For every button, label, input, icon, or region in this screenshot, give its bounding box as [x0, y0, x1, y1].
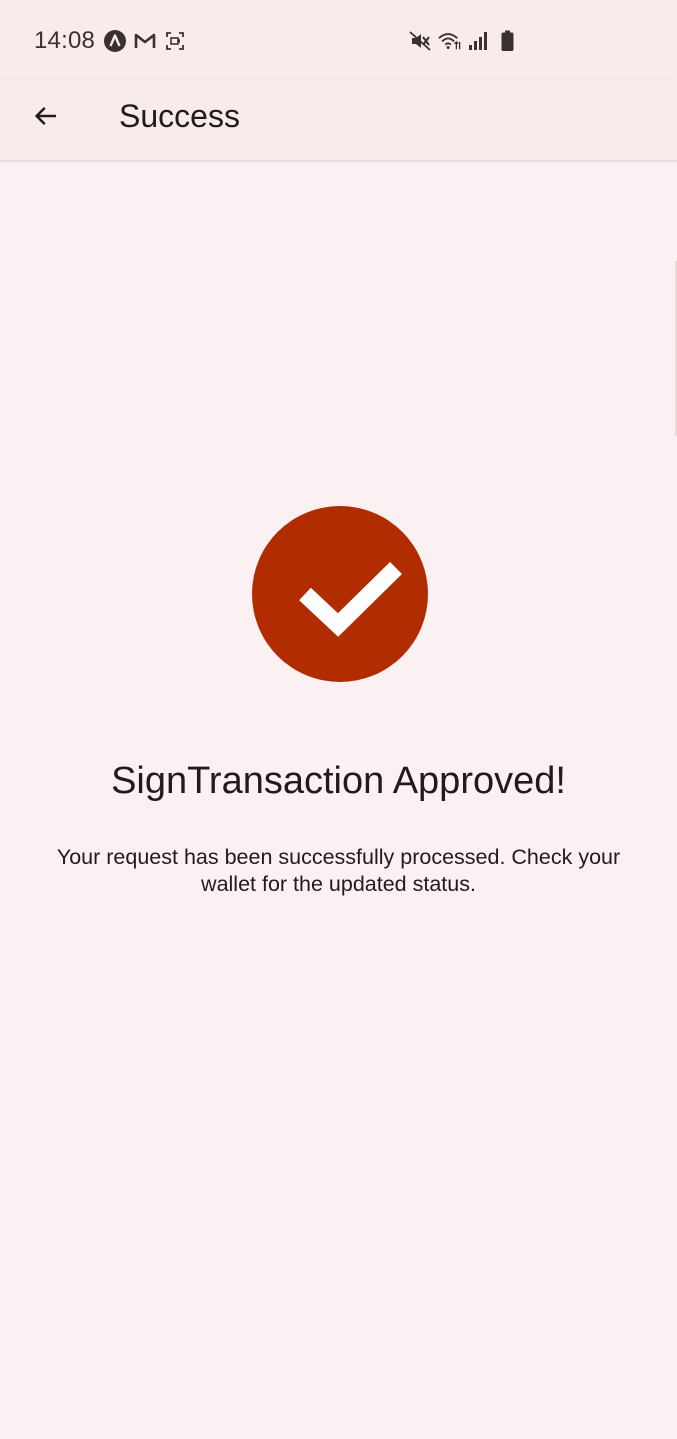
status-bar: 14:08: [0, 0, 677, 80]
screenshot-icon: [163, 29, 187, 53]
success-message: Your request has been successfully proce…: [56, 845, 621, 896]
battery-icon: [495, 29, 519, 53]
status-time: 14:08: [34, 27, 96, 54]
app-bar: Success: [0, 80, 677, 161]
wifi-icon: [437, 29, 461, 53]
check-icon: [299, 561, 402, 637]
success-status-badge: [252, 506, 428, 682]
arrow-back-icon: [34, 106, 56, 126]
page-title: Success: [119, 98, 240, 134]
signal-icon: [466, 29, 490, 53]
success-content: SignTransaction Approved! Your request h…: [0, 161, 677, 1439]
notification-app-icon: [103, 29, 127, 53]
status-right-icons: [408, 29, 519, 53]
back-button[interactable]: [22, 92, 70, 140]
status-left-icons: [103, 29, 187, 53]
mute-vibrate-icon: [408, 29, 432, 53]
success-headline: SignTransaction Approved!: [111, 760, 566, 802]
gmail-icon: [133, 29, 157, 53]
